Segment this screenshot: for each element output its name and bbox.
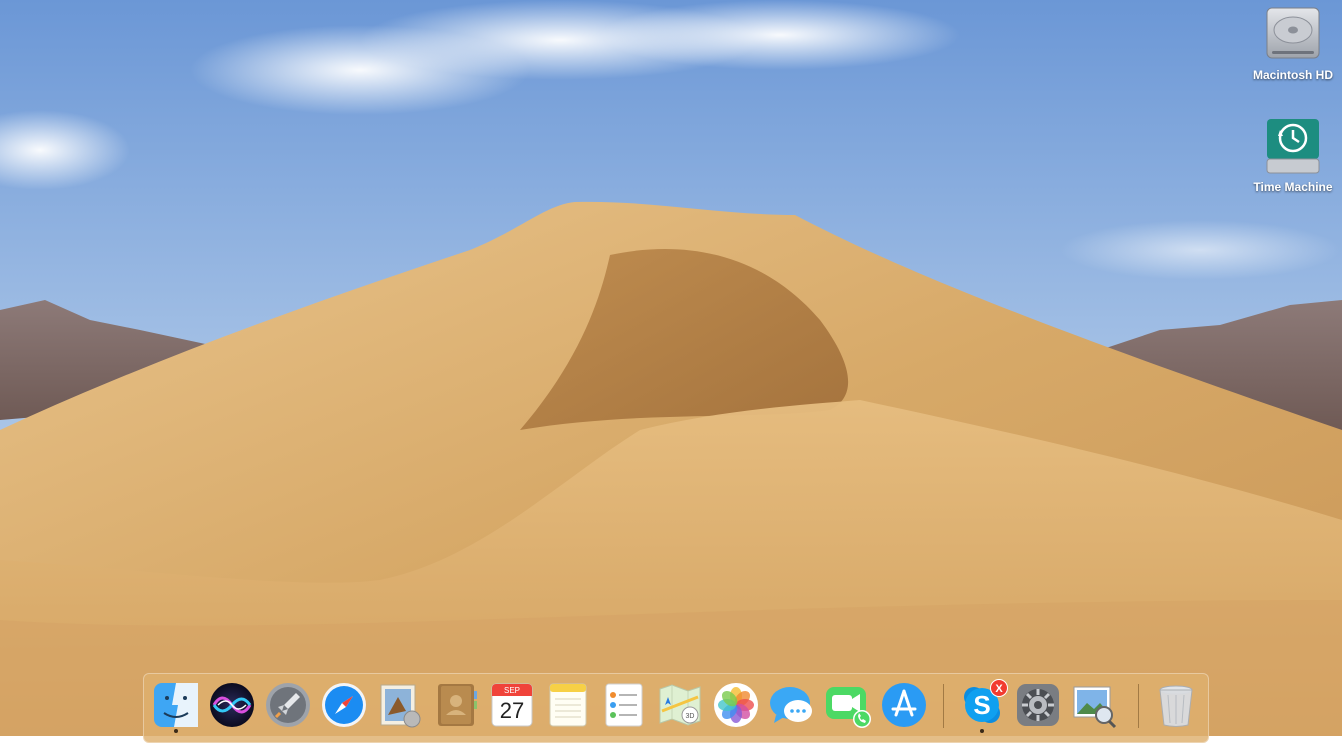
app-store-icon: [882, 683, 926, 727]
dock-skype[interactable]: S X: [958, 679, 1008, 733]
calendar-day: 27: [499, 698, 525, 723]
calendar-month: SEP: [503, 686, 520, 695]
time-machine-desktop-icon[interactable]: Time Machine: [1245, 116, 1341, 194]
dock-photos[interactable]: [712, 681, 760, 729]
reminders-icon: [605, 683, 643, 727]
photos-icon: [714, 683, 758, 727]
desktop-icon-label: Time Machine: [1253, 180, 1333, 194]
launchpad-icon: [266, 683, 310, 727]
notes-icon: [549, 683, 587, 727]
dock-siri[interactable]: [208, 681, 256, 729]
dock-maps[interactable]: 3D: [656, 681, 704, 729]
notification-badge: X: [990, 679, 1008, 697]
finder-icon: [154, 683, 198, 727]
dock-trash[interactable]: [1152, 681, 1200, 729]
dock-preview[interactable]: [1070, 681, 1118, 729]
dock-safari[interactable]: [320, 681, 368, 729]
dock-finder[interactable]: [152, 681, 200, 733]
dock-reminders[interactable]: [600, 681, 648, 729]
dock-app-store[interactable]: [880, 681, 928, 729]
dock-contacts[interactable]: [432, 681, 480, 729]
dock-mail[interactable]: [376, 681, 424, 729]
contacts-icon: [438, 684, 477, 726]
dock-launchpad[interactable]: [264, 681, 312, 729]
maps-icon: 3D: [659, 684, 701, 726]
running-indicator: [174, 729, 178, 733]
macintosh-hd-desktop-icon[interactable]: Macintosh HD: [1245, 4, 1341, 82]
dock-separator: [943, 684, 944, 728]
system-preferences-icon: [1017, 684, 1059, 726]
dock-system-preferences[interactable]: [1014, 681, 1062, 729]
trash-icon: [1159, 685, 1193, 727]
desktop-icon-label: Macintosh HD: [1252, 68, 1333, 82]
svg-text:3D: 3D: [686, 713, 695, 720]
hard-drive-icon: [1266, 7, 1320, 59]
safari-icon: [322, 683, 366, 727]
svg-text:S: S: [973, 690, 990, 720]
messages-icon: [770, 687, 812, 723]
siri-icon: [210, 683, 254, 727]
dock-facetime[interactable]: [824, 681, 872, 729]
time-machine-drive-icon: [1266, 119, 1320, 174]
desktop-wallpaper: [0, 0, 1342, 736]
mail-icon: [380, 684, 421, 728]
dock-notes[interactable]: [544, 681, 592, 729]
facetime-icon: [826, 687, 871, 728]
dock-separator: [1138, 684, 1139, 728]
running-indicator: [980, 729, 984, 733]
dock-messages[interactable]: [768, 681, 816, 729]
dock-calendar[interactable]: SEP 27: [488, 681, 536, 729]
dock: SEP 27 3D S X: [143, 673, 1209, 743]
preview-icon: [1073, 686, 1117, 729]
